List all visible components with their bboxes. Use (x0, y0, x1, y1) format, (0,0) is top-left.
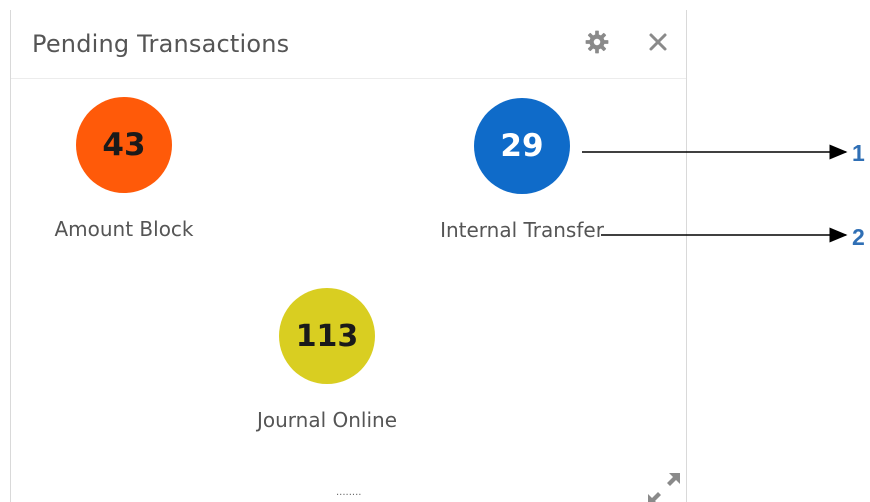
widget-header: Pending Transactions (11, 10, 686, 79)
tile-label-internal-transfer: Internal Transfer (440, 218, 604, 242)
tile-amount-block[interactable]: 43 Amount Block (24, 97, 224, 241)
callout-number-2: 2 (852, 224, 865, 250)
resize-grip[interactable]: ........ (336, 487, 361, 498)
count-badge-journal-online[interactable]: 113 (279, 288, 375, 384)
close-icon[interactable] (642, 26, 674, 58)
tile-label-amount-block: Amount Block (54, 217, 194, 241)
tile-internal-transfer[interactable]: 29 Internal Transfer (422, 98, 622, 242)
tile-journal-online[interactable]: 113 Journal Online (227, 288, 427, 432)
count-badge-amount-block[interactable]: 43 (76, 97, 172, 193)
pending-transactions-widget: Pending Transactions 43 Amount Block 29 … (10, 10, 687, 502)
count-badge-internal-transfer[interactable]: 29 (474, 98, 570, 194)
expand-icon[interactable] (647, 472, 681, 502)
gear-icon[interactable] (581, 26, 613, 58)
callout-number-1: 1 (852, 140, 865, 166)
tile-label-journal-online: Journal Online (256, 408, 398, 432)
screen: Pending Transactions 43 Amount Block 29 … (0, 0, 870, 502)
widget-title: Pending Transactions (32, 30, 290, 58)
